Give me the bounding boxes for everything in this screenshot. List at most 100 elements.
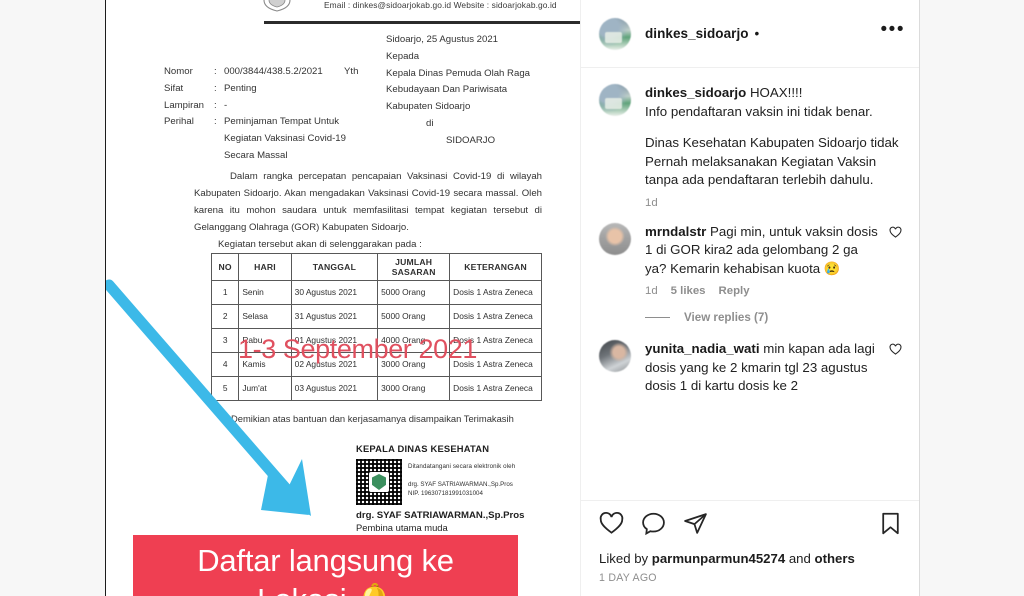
address-city: SIDOARJO	[446, 134, 496, 146]
comment-reply-button[interactable]: Reply	[719, 285, 750, 297]
cell-no: 5	[210, 376, 240, 401]
view-replies-line	[645, 317, 670, 318]
meta-row: Lampiran : -	[164, 98, 346, 115]
screenshot-root: Email : dinkes@sidoarjokab.go.id Website…	[0, 0, 1024, 596]
red-annotation-text: 1-3 September 2021	[238, 334, 477, 364]
avatar[interactable]	[599, 340, 631, 372]
esign-note: Ditandatangani secara elektronik oleh	[408, 463, 516, 470]
more-options-icon[interactable]: •••	[881, 20, 905, 42]
address-line-2: Kebudayaan Dan Pariwisata	[386, 84, 508, 96]
esign-text: Ditandatangani secara elektronik oleh dr…	[408, 459, 515, 499]
promo-banner: Daftar langsung ke Lokasi 🔔	[133, 535, 518, 596]
share-icon[interactable]	[683, 511, 708, 541]
body-paragraph-2: Kegiatan tersebut akan di selenggarakan …	[218, 239, 422, 250]
cell-hari: Selasa	[238, 304, 292, 329]
meta-label: Lampiran	[164, 99, 204, 111]
meta-row: Nomor : 000/3844/438.5.2/2021	[164, 64, 346, 81]
document-closing: Demikian atas bantuan dan kerjasamanya d…	[231, 413, 514, 424]
liked-by-text: Liked by parmunparmun45274 and others	[599, 551, 903, 566]
comment-meta: 1d 5 likes Reply	[645, 285, 881, 297]
cell-jumlah: 5000 Orang	[377, 280, 451, 305]
meta-row: Perihal : Peminjaman Tempat Untuk	[164, 114, 346, 131]
cell-hari: Senin	[238, 280, 292, 305]
post-caption: dinkes_sidoarjo HOAX!!!! Info pendaftara…	[599, 84, 905, 209]
liked-by-others[interactable]: others	[815, 551, 855, 566]
promo-line-1: Daftar langsung ke	[197, 543, 454, 578]
comment-body: yunita_nadia_wati min kapan ada lagi dos…	[645, 340, 881, 396]
esign-nip: NIP. 196307181991031004	[408, 490, 483, 497]
table-row: 2 Selasa 31 Agustus 2021 5000 Orang Dosi…	[210, 304, 542, 329]
comment-time: 1d	[645, 285, 658, 297]
cell-keterangan: Dosis 1 Astra Zeneca	[449, 304, 542, 329]
address-yth: Yth	[344, 66, 359, 77]
comment-text: mrndalstr Pagi min, untuk vaksin dosis 1…	[645, 223, 881, 279]
comment-username[interactable]: mrndalstr	[645, 224, 706, 239]
view-replies-label[interactable]: View replies (7)	[684, 311, 768, 324]
table-header-jumlah-sasaran: JUMLAH SASARAN	[377, 253, 451, 281]
perihal-continuation-1: Kegiatan Vaksinasi Covid-19	[224, 133, 346, 145]
meta-label: Nomor	[164, 66, 193, 77]
bookmark-icon[interactable]	[878, 511, 903, 541]
table-header-keterangan: KETERANGAN	[449, 253, 542, 281]
cell-keterangan: Dosis 1 Astra Zeneca	[449, 376, 542, 401]
heart-icon[interactable]	[889, 223, 905, 298]
cell-tanggal: 31 Agustus 2021	[290, 304, 379, 329]
address-kepada: Kepada	[386, 50, 420, 62]
document-meta-block: Nomor : 000/3844/438.5.2/2021 Sifat : Pe…	[164, 64, 346, 165]
post-media-column[interactable]: Email : dinkes@sidoarjokab.go.id Website…	[106, 0, 580, 596]
letter-document-image: Email : dinkes@sidoarjokab.go.id Website…	[106, 0, 580, 596]
caption-paragraph-2: Dinas Kesehatan Kabupaten Sidoarjo tidak…	[645, 135, 899, 187]
meta-value: -	[224, 99, 228, 111]
table-header-hari: HARI	[238, 253, 292, 281]
table-header-no: NO	[210, 253, 240, 281]
signatory-name: drg. SYAF SATRIAWARMAN.,Sp.Pros	[356, 510, 525, 521]
comment-likes[interactable]: 5 likes	[671, 285, 706, 297]
avatar[interactable]	[599, 17, 631, 50]
avatar[interactable]	[599, 84, 631, 116]
meta-separator: :	[214, 66, 217, 77]
address-di: di	[426, 117, 434, 129]
comment-username[interactable]: yunita_nadia_wati	[645, 341, 760, 356]
esign-row: Ditandatangani secara elektronik oleh dr…	[356, 459, 556, 505]
meta-value: Peminjaman Tempat Untuk	[224, 116, 340, 128]
perihal-continuation-2: Secara Massal	[224, 149, 288, 161]
comments-list[interactable]: dinkes_sidoarjo HOAX!!!! Info pendaftara…	[581, 68, 919, 500]
header-jumlah-line2: SASARAN	[391, 267, 436, 277]
view-replies-button[interactable]: View replies (7)	[645, 311, 905, 324]
caption-line-2: Info pendaftaran vaksin ini tidak benar.	[645, 103, 873, 119]
cell-no: 4	[210, 352, 240, 377]
heart-icon[interactable]	[889, 340, 905, 396]
comment-icon[interactable]	[641, 511, 666, 541]
meta-separator: :	[214, 116, 217, 128]
government-crest-icon	[254, 0, 300, 12]
heart-icon[interactable]	[599, 511, 624, 541]
promo-line-2: Lokasi 🔔	[133, 581, 518, 596]
meta-separator: :	[214, 82, 217, 94]
avatar[interactable]	[599, 222, 631, 255]
cell-no: 1	[210, 280, 240, 305]
meta-row: Sifat : Penting	[164, 81, 346, 98]
caption-time: 1d	[645, 196, 658, 209]
meta-label: Sifat	[164, 82, 184, 94]
caption-line-1: HOAX!!!!	[746, 85, 803, 100]
table-row: 5 Jum'at 03 Agustus 2021 3000 Orang Dosi…	[210, 376, 542, 401]
caption-username[interactable]: dinkes_sidoarjo	[645, 85, 746, 100]
document-address-block: Sidoarjo, 25 Agustus 2021 Kepada Kepala …	[386, 32, 530, 150]
comment-item: mrndalstr Pagi min, untuk vaksin dosis 1…	[599, 222, 905, 298]
post-author-username[interactable]: dinkes_sidoarjo	[645, 26, 749, 41]
meta-value: Penting	[224, 82, 257, 94]
action-icons-row	[599, 511, 903, 541]
letterhead-divider	[264, 21, 580, 24]
table-row: 1 Senin 30 Agustus 2021 5000 Orang Dosis…	[210, 280, 542, 305]
table-header-tanggal: TANGGAL	[290, 253, 379, 281]
esign-shield-icon	[372, 474, 386, 490]
cell-tanggal: 30 Agustus 2021	[290, 280, 379, 305]
liked-by-username[interactable]: parmunparmun45274	[652, 551, 785, 566]
comment-text: yunita_nadia_wati min kapan ada lagi dos…	[645, 340, 881, 396]
caption-body: dinkes_sidoarjo HOAX!!!! Info pendaftara…	[645, 84, 905, 209]
meta-value: 000/3844/438.5.2/2021	[224, 66, 323, 77]
header-jumlah-line1: JUMLAH	[395, 257, 433, 267]
caption-text: dinkes_sidoarjo HOAX!!!! Info pendaftara…	[645, 84, 905, 121]
qr-code-icon	[356, 459, 402, 505]
cell-hari: Jum'at	[238, 376, 292, 401]
